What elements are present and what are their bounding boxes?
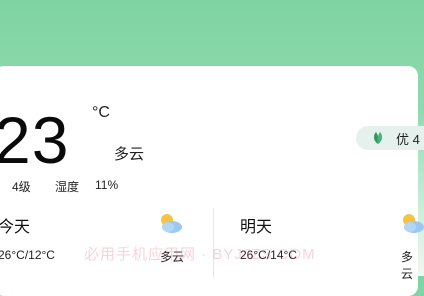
air-quality-label: 优 4 (396, 131, 420, 147)
leaf-icon (373, 132, 383, 144)
forecast-condition: 多云 (401, 250, 414, 281)
temperature-unit: °C (92, 104, 110, 121)
forecast-day-label: 明天 (240, 219, 273, 236)
air-quality-badge[interactable]: 优 4 (356, 126, 424, 150)
current-temperature: 23 (0, 103, 70, 177)
partly-cloudy-icon (161, 214, 182, 233)
watermark-text: 必用手机应用网 · BYJJZS.COM (84, 246, 316, 263)
humidity-label: 湿度 (55, 180, 80, 194)
forecast-day-label: 今天 (0, 219, 31, 236)
current-condition: 多云 (114, 146, 145, 163)
forecast-temp-range: 26°C/12°C (0, 248, 55, 262)
partly-cloudy-icon (403, 214, 424, 233)
wind-level: 4级 (12, 180, 31, 194)
humidity-value: 11% (95, 178, 119, 192)
